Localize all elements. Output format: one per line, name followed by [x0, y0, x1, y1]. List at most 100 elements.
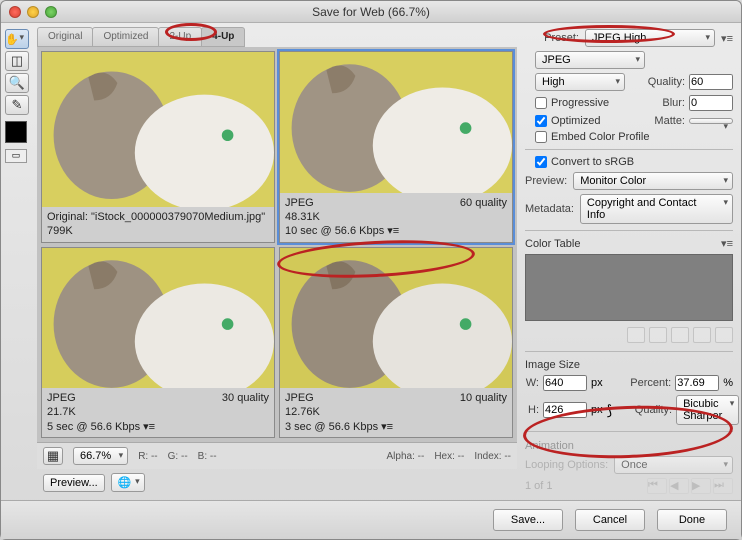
eyedropper-color-swatch[interactable] [5, 121, 27, 143]
preview-meta: JPEG10 quality 12.76K 3 sec @ 56.6 Kbps … [280, 388, 512, 437]
slice-select-tool-icon[interactable]: ◫ [5, 51, 29, 71]
preview-size: 12.76K [285, 405, 507, 419]
preview-label: Original: "iStock_000000379070Medium.jpg… [47, 210, 265, 224]
tool-column: ✋ ◫ 🔍 ✎ ▭ [5, 27, 33, 496]
status-bar: ▦ 66.7% R: -- G: -- B: -- Alpha: -- Hex:… [37, 442, 517, 469]
save-for-web-window: Save for Web (66.7%) ✋ ◫ 🔍 ✎ ▭ Original … [0, 0, 742, 540]
titlebar[interactable]: Save for Web (66.7%) [1, 1, 741, 23]
preview-image [280, 248, 512, 389]
settings-panel: Preset: JPEG High ▾≡ JPEG High Quality: Pr… [521, 27, 737, 496]
tab-2up[interactable]: 2-Up [158, 27, 202, 47]
slice-visibility-toggle[interactable]: ▭ [5, 149, 27, 163]
browser-preview-select[interactable]: 🌐 [111, 473, 145, 492]
looping-select: Once [614, 456, 733, 474]
quality-label: Quality: [631, 76, 685, 88]
pct-unit: % [723, 377, 733, 389]
eyedropper-tool-icon[interactable]: ✎ [5, 95, 29, 115]
grid-icon[interactable]: ▦ [43, 447, 63, 465]
last-frame-icon: ⏭ [713, 478, 733, 494]
frame-counter: 1 of 1 [525, 480, 553, 492]
percent-label: Percent: [617, 377, 671, 389]
preview-label: JPEG [285, 196, 314, 210]
color-table-flyout-icon[interactable]: ▾≡ [721, 237, 733, 250]
preview-size: 799K [47, 224, 269, 238]
preview-pane-30[interactable]: JPEG30 quality 21.7K 5 sec @ 56.6 Kbps ▾… [41, 247, 275, 439]
preview-time: 3 sec @ 56.6 Kbps ▾≡ [285, 420, 507, 434]
panel-flyout-icon[interactable]: ▾≡ [721, 32, 733, 45]
preview-image [280, 52, 512, 193]
preview-image [42, 52, 274, 207]
blur-label: Blur: [631, 97, 685, 109]
tab-optimized[interactable]: Optimized [92, 27, 159, 47]
zoom-select[interactable]: 66.7% [73, 447, 128, 465]
metadata-select[interactable]: Copyright and Contact Info [580, 194, 733, 224]
px-unit: px [591, 404, 603, 416]
color-table-buttons [525, 325, 733, 345]
index-value: Index: -- [474, 451, 511, 462]
px-unit: px [591, 377, 603, 389]
preview-pane-10[interactable]: JPEG10 quality 12.76K 3 sec @ 56.6 Kbps … [279, 247, 513, 439]
resample-quality-label: Quality: [618, 404, 672, 416]
preview-button[interactable]: Preview... [43, 474, 105, 492]
preview-meta: JPEG30 quality 21.7K 5 sec @ 56.6 Kbps ▾… [42, 388, 274, 437]
tab-4up[interactable]: 4-Up [201, 27, 245, 47]
preview-mode-select[interactable]: Monitor Color [573, 172, 733, 190]
tab-original[interactable]: Original [37, 27, 93, 47]
save-button[interactable]: Save... [493, 509, 563, 531]
preview-label: JPEG [47, 391, 76, 405]
animation-header: Animation [525, 440, 733, 452]
preview-pane-60[interactable]: JPEG60 quality 48.31K 10 sec @ 56.6 Kbps… [279, 51, 513, 243]
preview-btn-row: Preview... 🌐 [37, 469, 517, 496]
color-table [525, 254, 733, 320]
r-value: R: -- [138, 451, 157, 462]
image-size-header: Image Size [525, 359, 733, 371]
embed-profile-label: Embed Color Profile [551, 131, 649, 143]
hand-tool-icon[interactable]: ✋ [5, 29, 29, 49]
quality-level-select[interactable]: High [535, 73, 625, 91]
preview-meta: Original: "iStock_000000379070Medium.jpg… [42, 207, 274, 242]
alpha-value: Alpha: -- [387, 451, 425, 462]
optimized-checkbox[interactable] [535, 115, 547, 127]
zoom-tool-icon[interactable]: 🔍 [5, 73, 29, 93]
preview-time: 10 sec @ 56.6 Kbps ▾≡ [285, 224, 507, 238]
width-field[interactable] [543, 375, 587, 391]
preview-mode-label: Preview: [525, 175, 567, 187]
hex-value: Hex: -- [434, 451, 464, 462]
footer-buttons: Save... Cancel Done [1, 500, 741, 539]
preset-select[interactable]: JPEG High [585, 29, 715, 47]
g-value: G: -- [168, 451, 188, 462]
embed-profile-checkbox[interactable] [535, 131, 547, 143]
ct-btn-2[interactable] [649, 327, 667, 343]
height-label: H: [525, 404, 539, 416]
main-area: Original Optimized 2-Up 4-Up Original: "… [37, 27, 517, 496]
preview-size: 48.31K [285, 210, 507, 224]
blur-field[interactable] [689, 95, 733, 111]
preview-pane-original[interactable]: Original: "iStock_000000379070Medium.jpg… [41, 51, 275, 243]
ct-btn-1[interactable] [627, 327, 645, 343]
b-value: B: -- [198, 451, 217, 462]
srgb-checkbox[interactable] [535, 156, 547, 168]
color-table-header: Color Table [525, 238, 580, 250]
format-select[interactable]: JPEG [535, 51, 645, 69]
progressive-label: Progressive [551, 97, 609, 109]
percent-field[interactable] [675, 375, 719, 391]
height-field[interactable] [543, 402, 587, 418]
trash-icon[interactable] [715, 327, 733, 343]
constrain-icon[interactable]: ⟆ [607, 402, 612, 419]
prev-frame-icon: ◀ [669, 478, 689, 494]
quality-field[interactable] [689, 74, 733, 90]
preset-label: Preset: [525, 32, 579, 44]
progressive-checkbox[interactable] [535, 97, 547, 109]
preview-image [42, 248, 274, 389]
preview-time: 5 sec @ 56.6 Kbps ▾≡ [47, 420, 269, 434]
matte-label: Matte: [631, 115, 685, 127]
looping-label: Looping Options: [525, 459, 608, 471]
done-button[interactable]: Done [657, 509, 727, 531]
view-tabs: Original Optimized 2-Up 4-Up [37, 27, 517, 47]
ct-btn-3[interactable] [671, 327, 689, 343]
ct-btn-4[interactable] [693, 327, 711, 343]
matte-select[interactable] [689, 118, 733, 124]
cancel-button[interactable]: Cancel [575, 509, 645, 531]
resample-quality-select[interactable]: Bicubic Sharper [676, 395, 739, 425]
window-title: Save for Web (66.7%) [1, 5, 741, 19]
